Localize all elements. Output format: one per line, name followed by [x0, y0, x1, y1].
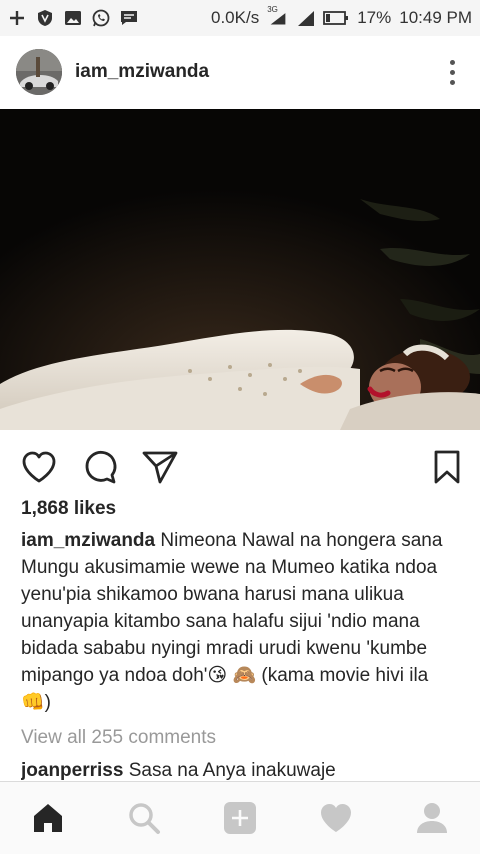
caption-username[interactable]: iam_mziwanda: [21, 530, 155, 551]
clock: 10:49 PM: [399, 8, 472, 27]
comment-username[interactable]: joanperriss: [21, 760, 123, 781]
dot-icon: [449, 69, 455, 75]
battery-percent: 17%: [357, 8, 392, 27]
network-speed: 0.0K/s: [211, 8, 260, 27]
bottom-nav: [0, 781, 480, 854]
add-icon[interactable]: [222, 800, 258, 836]
network-type-label: 3G: [267, 5, 278, 14]
likes-count[interactable]: 1,868 likes: [21, 498, 116, 520]
share-icon[interactable]: [141, 448, 179, 486]
search-icon[interactable]: [126, 800, 162, 836]
post-username[interactable]: iam_mziwanda: [75, 61, 209, 83]
view-all-comments-link[interactable]: View all 255 comments: [21, 727, 216, 749]
message-icon: [120, 9, 138, 27]
comment-text: Sasa na Anya inakuwaje: [128, 760, 336, 781]
comment-preview: joanperriss Sasa na Anya inakuwaje: [21, 760, 336, 782]
post-photo[interactable]: [0, 109, 480, 430]
caption-text: Nimeona Nawal na hongera sana Mungu akus…: [21, 530, 443, 713]
dot-icon: [449, 79, 455, 85]
avatar[interactable]: [16, 49, 62, 95]
shield-icon: [36, 9, 54, 27]
post-actions: [0, 440, 480, 492]
dot-icon: [449, 59, 455, 65]
more-options-button[interactable]: [440, 54, 464, 90]
activity-icon[interactable]: [318, 800, 354, 836]
status-bar: 0.0K/s 3G 17% 10:49 PM: [0, 0, 480, 36]
home-icon[interactable]: [30, 800, 66, 836]
comment-icon[interactable]: [81, 448, 119, 486]
post-caption: iam_mziwanda Nimeona Nawal na hongera sa…: [21, 527, 461, 716]
heart-icon[interactable]: [20, 448, 58, 486]
whatsapp-icon: [92, 9, 110, 27]
battery-icon: [323, 9, 349, 27]
post-header: iam_mziwanda: [0, 36, 480, 108]
plus-icon: [8, 9, 26, 27]
profile-icon[interactable]: [414, 800, 450, 836]
image-icon: [64, 9, 82, 27]
signal-icon: [297, 9, 315, 27]
signal-3g-icon: 3G: [267, 5, 289, 27]
bookmark-icon[interactable]: [428, 448, 466, 486]
